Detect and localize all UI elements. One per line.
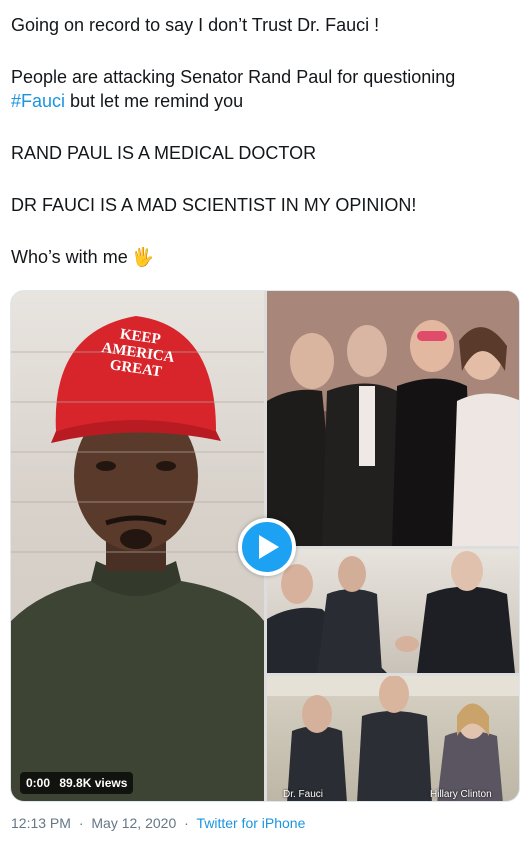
tweet-metadata: 12:13 PM · May 12, 2020 · Twitter for iP… xyxy=(11,815,305,831)
play-button[interactable] xyxy=(238,518,296,576)
separator-dot: · xyxy=(78,815,84,831)
video-media[interactable]: KEEP AMERICA GREAT Dr. Fauci Hillary Cli… xyxy=(10,290,520,802)
tweet-date[interactable]: May 12, 2020 xyxy=(91,815,176,831)
hashtag-link[interactable]: #Fauci xyxy=(11,91,65,111)
handshake-photo-illustration xyxy=(267,551,515,673)
tweet-line-2: People are attacking Senator Rand Paul f… xyxy=(11,67,456,87)
tweet-line-5: DR FAUCI IS A MAD SCIENTIST IN MY OPINIO… xyxy=(11,195,417,215)
video-duration: 0:00 xyxy=(26,776,51,790)
separator-dot: · xyxy=(184,815,189,831)
tweet-text: Going on record to say I don’t Trust Dr.… xyxy=(11,13,516,269)
hallway-photo-illustration xyxy=(267,676,519,801)
tweet-time[interactable]: 12:13 PM xyxy=(11,815,71,831)
video-panel-left: KEEP AMERICA GREAT xyxy=(11,291,264,801)
video-stats-badge: 0:00 89.8K views xyxy=(20,772,134,794)
tweet-line-1: Going on record to say I don’t Trust Dr.… xyxy=(11,15,380,35)
play-icon xyxy=(259,535,279,559)
tweet-line-6-text: Who’s with me xyxy=(11,247,128,267)
tweet-line-6: Who’s with me 🖐 xyxy=(11,245,516,269)
video-views: 89.8K views xyxy=(59,776,128,790)
caption-fauci: Dr. Fauci xyxy=(283,789,324,800)
raised-hand-emoji-icon: 🖐 xyxy=(131,247,155,267)
tweet-line-3-text: but let me remind you xyxy=(65,91,244,111)
tweet-line-3: #Fauci but let me remind you xyxy=(11,89,516,113)
video-panel-middle-right xyxy=(267,549,519,673)
group-photo-illustration xyxy=(267,291,519,546)
video-panel-bottom-right: Dr. Fauci Hillary Clinton xyxy=(267,676,519,801)
caption-hillary-clinton: Hillary Clinton xyxy=(430,789,492,800)
video-panel-top-right xyxy=(267,291,519,546)
tweet-source-link[interactable]: Twitter for iPhone xyxy=(196,815,305,831)
tweet-line-4: RAND PAUL IS A MEDICAL DOCTOR xyxy=(11,143,317,163)
